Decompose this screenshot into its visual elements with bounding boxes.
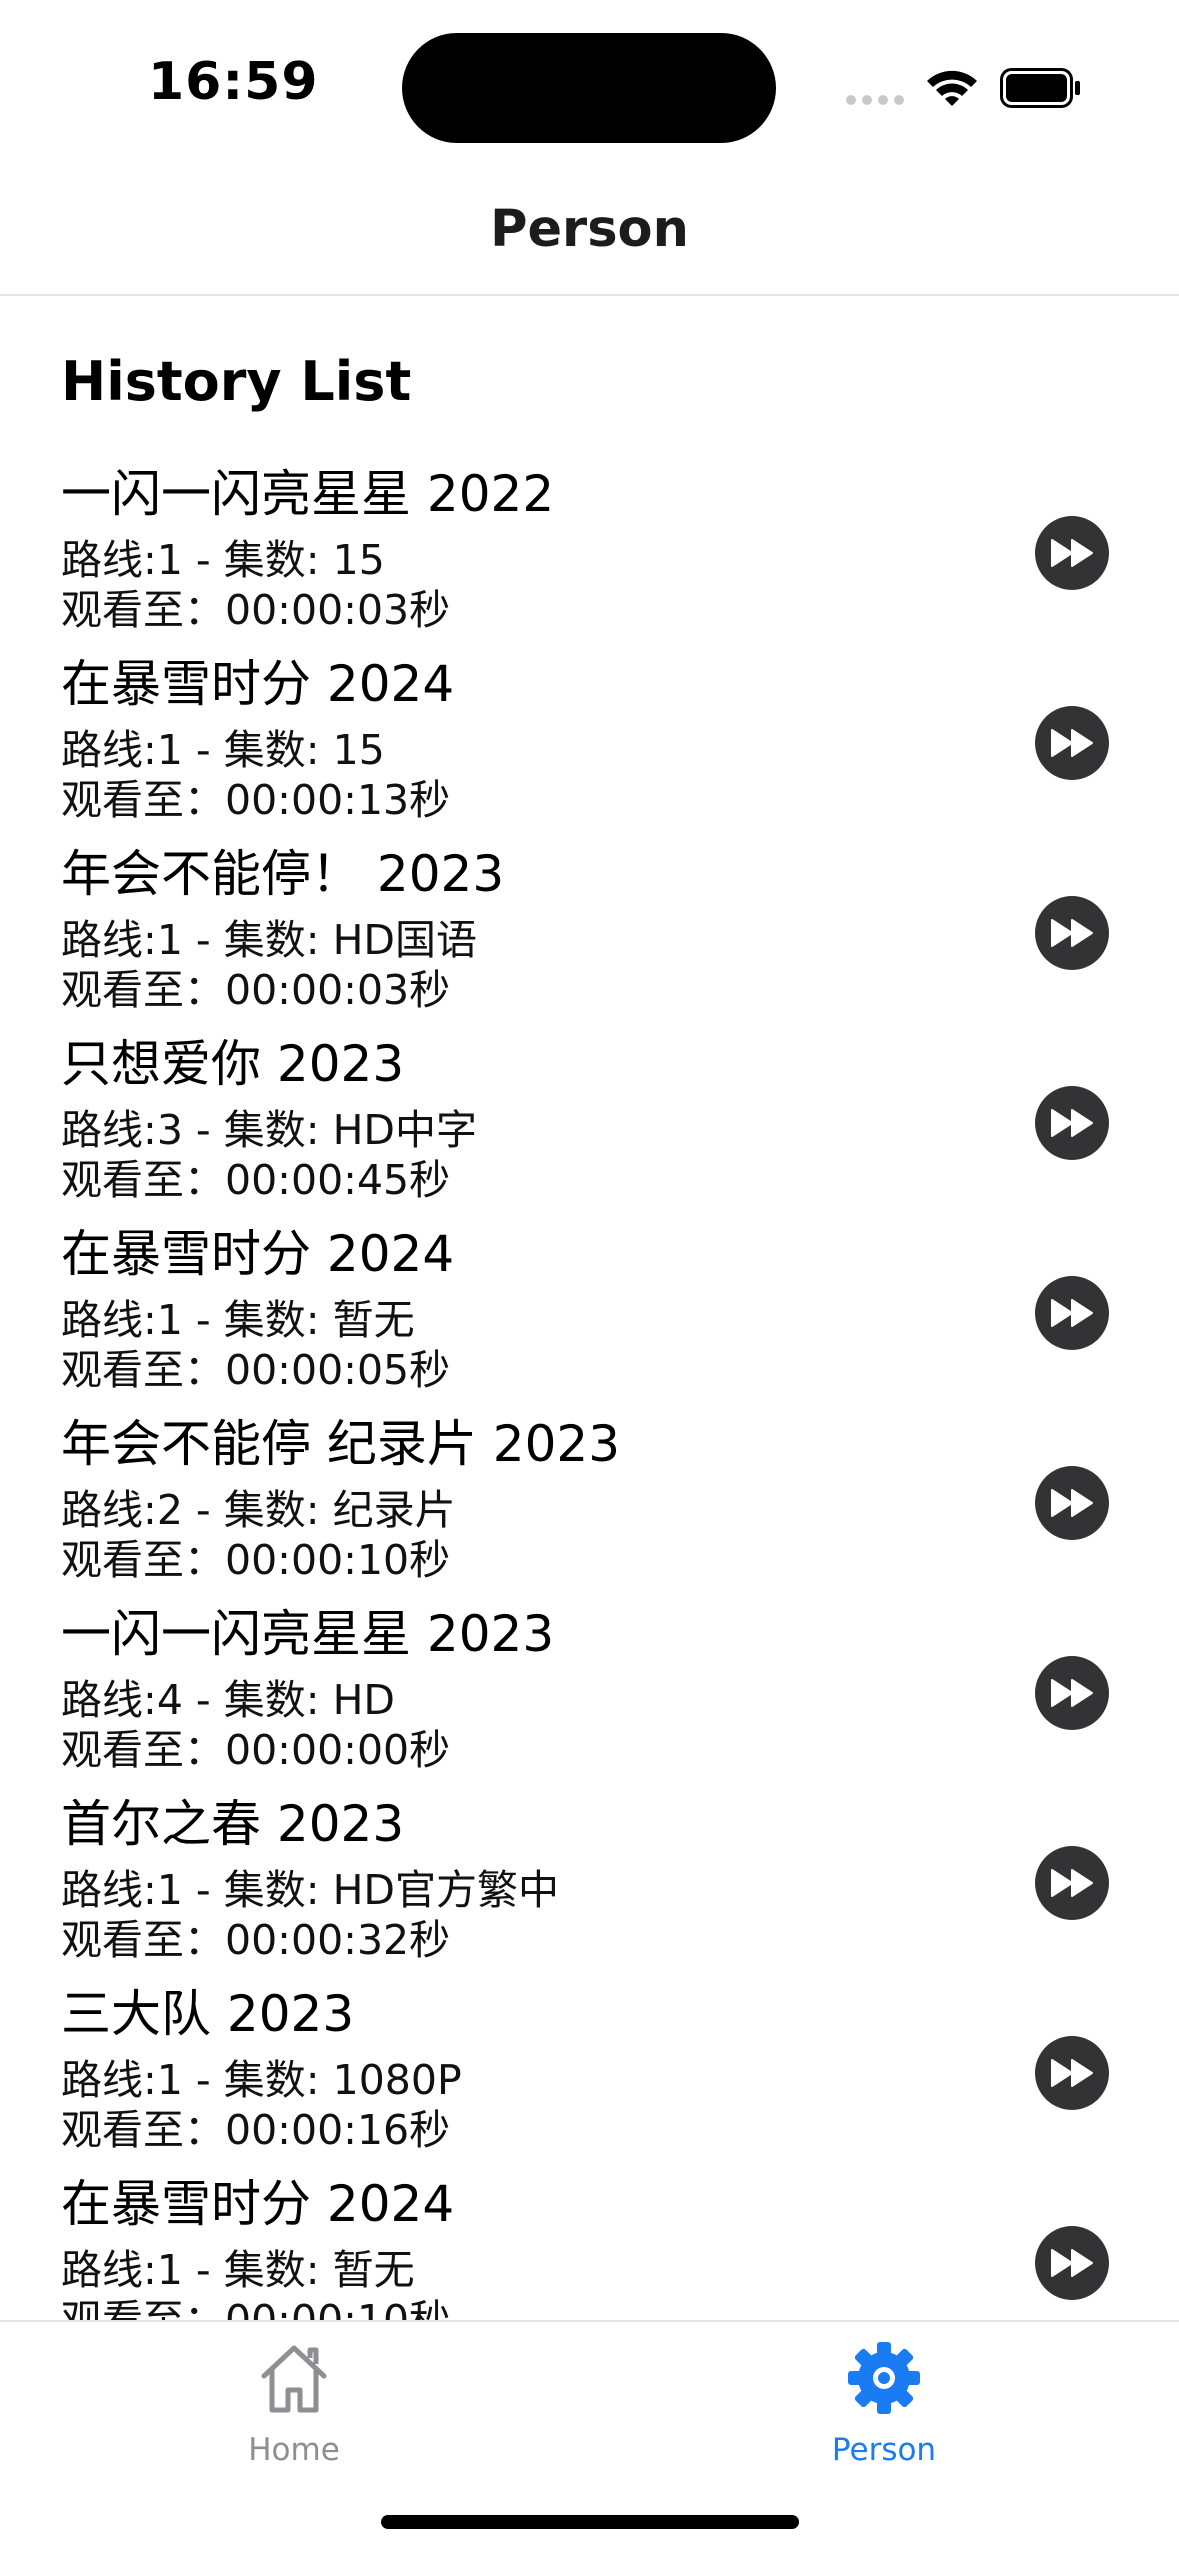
resume-play-button[interactable] — [1035, 2036, 1109, 2110]
history-item-progress: 观看至：00:00:10秒 — [61, 2296, 451, 2320]
resume-play-button[interactable] — [1035, 706, 1109, 780]
fast-forward-icon — [1051, 1869, 1093, 1897]
gear-icon — [848, 2342, 920, 2414]
history-item-progress: 观看至：00:00:00秒 — [61, 1726, 451, 1774]
history-item-progress: 观看至：00:00:32秒 — [61, 1916, 451, 1964]
house-icon — [261, 2345, 327, 2413]
status-bar: 16:59 — [0, 0, 1179, 170]
history-content[interactable]: History List 一闪一闪亮星星 2022 路线:1 - 集数: 15 … — [0, 296, 1179, 2320]
fast-forward-icon — [1051, 919, 1093, 947]
history-item[interactable]: 在暴雪时分 2024 路线:1 - 集数: 暂无 观看至：00:00:10秒 — [0, 2156, 1179, 2320]
tab-home-label: Home — [248, 2432, 340, 2468]
history-item[interactable]: 在暴雪时分 2024 路线:1 - 集数: 15 观看至：00:00:13秒 — [0, 636, 1179, 826]
history-item-title: 年会不能停 纪录片 2023 — [61, 1415, 621, 1473]
history-item-title: 在暴雪时分 2024 — [61, 2175, 455, 2233]
section-title: History List — [61, 350, 412, 413]
history-item-progress: 观看至：00:00:16秒 — [61, 2106, 451, 2154]
fast-forward-icon — [1051, 1679, 1093, 1707]
history-item-title: 首尔之春 2023 — [61, 1795, 405, 1853]
wifi-icon — [927, 70, 977, 106]
dynamic-island — [402, 33, 776, 143]
resume-play-button[interactable] — [1035, 1086, 1109, 1160]
history-item-title: 在暴雪时分 2024 — [61, 655, 455, 713]
navigation-bar: Person — [0, 170, 1179, 296]
history-item-progress: 观看至：00:00:03秒 — [61, 586, 451, 634]
history-item-title: 在暴雪时分 2024 — [61, 1225, 455, 1283]
history-item-progress: 观看至：00:00:03秒 — [61, 966, 451, 1014]
page-title: Person — [490, 199, 689, 259]
fast-forward-icon — [1051, 2059, 1093, 2087]
history-item-title: 三大队 2023 — [61, 1985, 355, 2043]
fast-forward-icon — [1051, 539, 1093, 567]
resume-play-button[interactable] — [1035, 1846, 1109, 1920]
home-indicator[interactable] — [381, 2515, 799, 2529]
history-item[interactable]: 首尔之春 2023 路线:1 - 集数: HD官方繁中 观看至：00:00:32… — [0, 1776, 1179, 1966]
history-item[interactable]: 只想爱你 2023 路线:3 - 集数: HD中字 观看至：00:00:45秒 — [0, 1016, 1179, 1206]
history-item-title: 只想爱你 2023 — [61, 1035, 405, 1093]
history-item-title: 年会不能停！ 2023 — [61, 845, 505, 903]
history-item-progress: 观看至：00:00:13秒 — [61, 776, 451, 824]
history-item-progress: 观看至：00:00:05秒 — [61, 1346, 451, 1394]
history-list: 一闪一闪亮星星 2022 路线:1 - 集数: 15 观看至：00:00:03秒… — [0, 446, 1179, 2320]
resume-play-button[interactable] — [1035, 2226, 1109, 2300]
fast-forward-icon — [1051, 2249, 1093, 2277]
resume-play-button[interactable] — [1035, 516, 1109, 590]
fast-forward-icon — [1051, 1109, 1093, 1137]
resume-play-button[interactable] — [1035, 1656, 1109, 1730]
tab-home[interactable]: Home — [164, 2340, 424, 2490]
fast-forward-icon — [1051, 1489, 1093, 1517]
history-item[interactable]: 年会不能停 纪录片 2023 路线:2 - 集数: 纪录片 观看至：00:00:… — [0, 1396, 1179, 1586]
history-item[interactable]: 一闪一闪亮星星 2023 路线:4 - 集数: HD 观看至：00:00:00秒 — [0, 1586, 1179, 1776]
history-item[interactable]: 三大队 2023 路线:1 - 集数: 1080P 观看至：00:00:16秒 — [0, 1966, 1179, 2156]
tab-person-label: Person — [831, 2432, 937, 2468]
status-time: 16:59 — [148, 52, 319, 112]
history-item[interactable]: 一闪一闪亮星星 2022 路线:1 - 集数: 15 观看至：00:00:03秒 — [0, 446, 1179, 636]
history-item[interactable]: 在暴雪时分 2024 路线:1 - 集数: 暂无 观看至：00:00:05秒 — [0, 1206, 1179, 1396]
history-item[interactable]: 年会不能停！ 2023 路线:1 - 集数: HD国语 观看至：00:00:03… — [0, 826, 1179, 1016]
resume-play-button[interactable] — [1035, 1276, 1109, 1350]
fast-forward-icon — [1051, 729, 1093, 757]
fast-forward-icon — [1051, 1299, 1093, 1327]
history-item-progress: 观看至：00:00:10秒 — [61, 1536, 451, 1584]
resume-play-button[interactable] — [1035, 896, 1109, 970]
tab-person[interactable]: Person — [754, 2340, 1014, 2490]
cellular-signal-icon — [846, 95, 904, 105]
resume-play-button[interactable] — [1035, 1466, 1109, 1540]
history-item-title: 一闪一闪亮星星 2023 — [61, 1605, 555, 1663]
history-item-title: 一闪一闪亮星星 2022 — [61, 465, 555, 523]
battery-icon — [1000, 68, 1080, 108]
history-item-progress: 观看至：00:00:45秒 — [61, 1156, 451, 1204]
